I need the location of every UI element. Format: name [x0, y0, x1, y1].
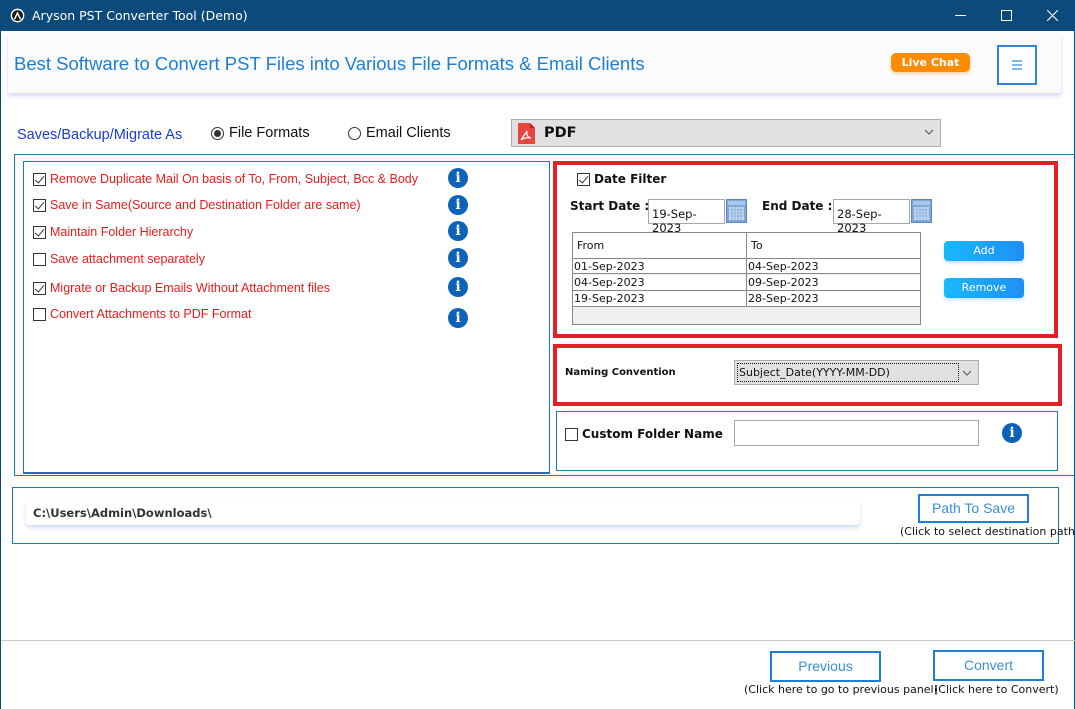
destination-path-field[interactable]: C:\Users\Admin\Downloads\ [26, 499, 860, 525]
info-icon[interactable]: i [1002, 423, 1022, 443]
radio-label: File Formats [229, 125, 310, 141]
option-label: Maintain Folder Hierarchy [50, 225, 194, 239]
pdf-file-icon [518, 123, 535, 144]
format-dropdown[interactable]: PDF [511, 119, 941, 147]
naming-convention-dropdown[interactable]: Subject_Date(YYYY-MM-DD) [734, 360, 979, 385]
close-button[interactable] [1029, 0, 1075, 31]
option-label: Migrate or Backup Emails Without Attachm… [50, 281, 330, 295]
chevron-down-icon [924, 129, 934, 135]
maximize-button[interactable] [983, 0, 1029, 31]
option-save-in-same[interactable]: Save in Same(Source and Destination Fold… [33, 198, 361, 212]
window-title: Aryson PST Converter Tool (Demo) [32, 8, 248, 23]
maximize-icon [1000, 10, 1012, 21]
previous-button[interactable]: Previous [770, 651, 881, 682]
checkbox[interactable] [33, 172, 46, 186]
column-header-to: To [751, 239, 763, 252]
option-label: Convert Attachments to PDF Format [50, 307, 252, 321]
path-hint: (Click to select destination path) [900, 525, 1075, 538]
column-divider [746, 233, 747, 307]
option-convert-attachments-pdf[interactable]: Convert Attachments to PDF Format [33, 307, 251, 321]
calendar-icon[interactable] [726, 199, 747, 223]
radio-email-clients[interactable]: Email Clients [348, 125, 451, 141]
date-range-table: From To 01-Sep-2023 04-Sep-2023 04-Sep-2… [572, 232, 921, 325]
calendar-icon[interactable] [911, 199, 932, 223]
hamburger-icon [1012, 60, 1022, 70]
cell-to: 09-Sep-2023 [748, 276, 819, 289]
footer-divider [1, 640, 1075, 641]
convert-button[interactable]: Convert [933, 650, 1044, 681]
start-date-label: Start Date : [570, 199, 650, 213]
previous-hint: (Click here to go to previous panel) [744, 683, 938, 696]
cell-to: 28-Sep-2023 [748, 292, 819, 305]
end-date-input[interactable]: 28-Sep-2023 [833, 199, 910, 235]
option-without-attachments[interactable]: Migrate or Backup Emails Without Attachm… [33, 281, 330, 295]
start-date-input[interactable]: 19-Sep-2023 [648, 199, 725, 235]
option-maintain-hierarchy[interactable]: Maintain Folder Hierarchy [33, 225, 193, 239]
radio-label: Email Clients [366, 125, 451, 141]
naming-convention-label: Naming Convention [565, 367, 676, 378]
checkbox[interactable] [33, 198, 46, 212]
info-icon[interactable]: i [448, 195, 468, 215]
menu-button[interactable] [997, 45, 1037, 85]
format-selected-value: PDF [544, 125, 577, 141]
cell-from: 19-Sep-2023 [574, 292, 645, 305]
title-bar: Aryson PST Converter Tool (Demo) [1, 0, 1075, 31]
cell-from: 01-Sep-2023 [574, 260, 645, 273]
path-to-save-button[interactable]: Path To Save [918, 494, 1029, 523]
naming-selected-value: Subject_Date(YYYY-MM-DD) [737, 363, 959, 382]
minimize-icon [954, 15, 966, 16]
option-label: Remove Duplicate Mail On basis of To, Fr… [50, 172, 418, 186]
remove-date-range-button[interactable]: Remove [944, 278, 1024, 298]
header-banner: Best Software to Convert PST Files into … [8, 33, 1061, 93]
saves-as-label: Saves/Backup/Migrate As [17, 127, 183, 143]
custom-folder-toggle[interactable]: Custom Folder Name [565, 427, 723, 441]
checkbox[interactable] [33, 307, 46, 321]
option-label: Save attachment separately [50, 252, 205, 266]
convert-hint: (Click here to Convert) [934, 683, 1059, 696]
checkbox[interactable] [33, 281, 46, 295]
close-icon [1046, 10, 1058, 21]
info-icon[interactable]: i [448, 221, 468, 241]
option-label: Save in Same(Source and Destination Fold… [50, 198, 361, 212]
info-icon[interactable]: i [448, 308, 468, 328]
add-date-range-button[interactable]: Add [944, 241, 1024, 261]
info-icon[interactable]: i [448, 168, 468, 188]
live-chat-button[interactable]: Live Chat [891, 53, 970, 72]
cell-from: 04-Sep-2023 [574, 276, 645, 289]
info-icon[interactable]: i [448, 248, 468, 268]
end-date-label: End Date : [762, 199, 833, 213]
radio-indicator [211, 126, 224, 140]
date-filter-label: Date Filter [594, 172, 667, 186]
checkbox[interactable] [577, 172, 590, 186]
info-icon[interactable]: i [448, 277, 468, 297]
custom-folder-label: Custom Folder Name [582, 427, 723, 441]
chevron-down-icon [962, 370, 972, 376]
checkbox[interactable] [33, 225, 46, 239]
option-remove-duplicate[interactable]: Remove Duplicate Mail On basis of To, Fr… [33, 172, 418, 186]
app-window: Aryson PST Converter Tool (Demo) Best So… [0, 0, 1075, 709]
column-header-from: From [577, 239, 605, 252]
date-filter-toggle[interactable]: Date Filter [577, 172, 666, 186]
custom-folder-input[interactable] [734, 420, 979, 446]
radio-file-formats[interactable]: File Formats [211, 125, 310, 141]
radio-indicator [348, 126, 361, 140]
minimize-button[interactable] [937, 0, 983, 31]
app-logo-icon [10, 8, 25, 23]
checkbox[interactable] [33, 252, 46, 266]
cell-to: 04-Sep-2023 [748, 260, 819, 273]
headline: Best Software to Convert PST Files into … [14, 53, 645, 74]
option-save-attachment-separately[interactable]: Save attachment separately [33, 252, 205, 266]
checkbox[interactable] [565, 427, 578, 441]
